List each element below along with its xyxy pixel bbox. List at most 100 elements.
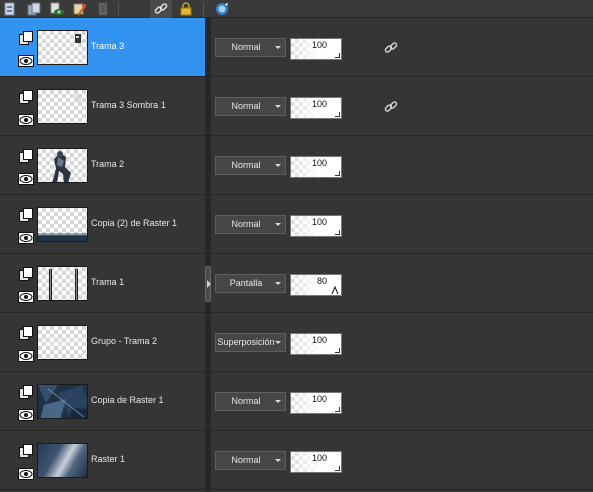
- layer-row[interactable]: Grupo - Trama 2: [0, 313, 205, 372]
- layer-props-row: Normal 100: [211, 18, 593, 77]
- layer-group-icon[interactable]: [19, 326, 33, 340]
- layer-group-icon[interactable]: [19, 31, 33, 45]
- opacity-field[interactable]: 100: [290, 97, 342, 119]
- layers-list: Trama 3 Trama 3 Sombra 1 Trama 2 Copia (…: [0, 18, 205, 492]
- opacity-value: 100: [311, 40, 327, 50]
- resize-corner-icon: [335, 230, 340, 235]
- layer-name: Trama 3: [91, 41, 125, 51]
- layer-props-row: Normal 100: [211, 431, 593, 490]
- layer-props-row: Normal 100: [211, 195, 593, 254]
- opacity-field[interactable]: 100: [290, 451, 342, 473]
- blend-mode-dropdown[interactable]: Normal: [215, 215, 286, 234]
- eye-icon[interactable]: [18, 114, 34, 126]
- refresh-icon[interactable]: [214, 1, 230, 17]
- blend-mode-value: Normal: [231, 42, 261, 52]
- eye-icon[interactable]: [18, 350, 34, 362]
- layer-group-icon[interactable]: [19, 444, 33, 458]
- opacity-field[interactable]: 100: [290, 392, 342, 414]
- layer-row[interactable]: Copia (2) de Raster 1: [0, 195, 205, 254]
- layer-props-row: Normal 100: [211, 372, 593, 431]
- layer-name: Trama 3 Sombra 1: [91, 100, 166, 110]
- layer-group-icon[interactable]: [19, 385, 33, 399]
- layer-name: Trama 2: [91, 159, 125, 169]
- layer-row[interactable]: Raster 1: [0, 431, 205, 490]
- layer-group-icon[interactable]: [19, 267, 33, 281]
- link-icon[interactable]: [153, 1, 169, 17]
- blend-mode-value: Normal: [231, 219, 261, 229]
- mask-icon[interactable]: [95, 1, 111, 17]
- layer-thumbnail: [37, 89, 88, 124]
- layer-name: Raster 1: [91, 454, 126, 464]
- blend-mode-value: Normal: [231, 396, 261, 406]
- link-icon[interactable]: [383, 100, 399, 114]
- opacity-field[interactable]: 100: [290, 333, 342, 355]
- cursor-icon: [331, 285, 339, 295]
- opacity-value: 80: [316, 276, 327, 286]
- blend-mode-dropdown[interactable]: Pantalla: [215, 274, 286, 293]
- blend-mode-value: Superposición: [217, 337, 275, 347]
- blend-mode-value: Pantalla: [229, 278, 263, 288]
- chevron-down-icon: [275, 223, 281, 226]
- layer-row[interactable]: Trama 2: [0, 136, 205, 195]
- blend-mode-dropdown[interactable]: Normal: [215, 97, 286, 116]
- resize-corner-icon: [335, 348, 340, 353]
- opacity-field[interactable]: 100: [290, 215, 342, 237]
- resize-corner-icon: [335, 466, 340, 471]
- new-layer-icon[interactable]: [2, 1, 18, 17]
- lock-icon[interactable]: [178, 1, 194, 17]
- chevron-down-icon: [275, 400, 281, 403]
- layer-name: Copia (2) de Raster 1: [91, 218, 178, 228]
- eye-icon[interactable]: [18, 232, 34, 244]
- layer-props-row: Superposición 100: [211, 313, 593, 372]
- layer-name: Copia de Raster 1: [91, 395, 164, 405]
- eye-icon[interactable]: [18, 291, 34, 303]
- layers-toolbar: [0, 0, 593, 18]
- layer-thumbnail: [37, 384, 88, 419]
- chevron-down-icon: [275, 459, 281, 462]
- opacity-field[interactable]: 80: [290, 274, 342, 296]
- visibility-toggle-icon[interactable]: [49, 1, 65, 17]
- blend-mode-value: Normal: [231, 101, 261, 111]
- blend-mode-dropdown[interactable]: Normal: [215, 451, 286, 470]
- blend-mode-dropdown[interactable]: Normal: [215, 392, 286, 411]
- opacity-field[interactable]: 100: [290, 156, 342, 178]
- blend-mode-dropdown[interactable]: Normal: [215, 38, 286, 57]
- eye-icon[interactable]: [18, 55, 34, 67]
- opacity-value: 100: [311, 335, 327, 345]
- layer-thumbnail: [37, 443, 88, 478]
- opacity-value: 100: [311, 158, 327, 168]
- eye-icon[interactable]: [18, 409, 34, 421]
- opacity-value: 100: [311, 453, 327, 463]
- layer-properties: Normal 100 Normal 100 Normal 100 Normal …: [211, 18, 593, 492]
- layer-group-icon[interactable]: [19, 208, 33, 222]
- layer-thumbnail: [37, 266, 88, 301]
- layer-row[interactable]: Trama 3: [0, 18, 205, 77]
- resize-corner-icon: [335, 53, 340, 58]
- delete-layer-icon[interactable]: [72, 1, 88, 17]
- new-group-icon[interactable]: [26, 1, 42, 17]
- layer-row[interactable]: Trama 3 Sombra 1: [0, 77, 205, 136]
- opacity-value: 100: [311, 394, 327, 404]
- eye-icon[interactable]: [18, 173, 34, 185]
- resize-corner-icon: [335, 171, 340, 176]
- layer-props-row: Normal 100: [211, 136, 593, 195]
- blend-mode-value: Normal: [231, 455, 261, 465]
- chevron-down-icon: [275, 105, 281, 108]
- blend-mode-dropdown[interactable]: Normal: [215, 156, 286, 175]
- opacity-field[interactable]: 100: [290, 38, 342, 60]
- blend-mode-dropdown[interactable]: Superposición: [215, 333, 286, 352]
- layer-thumbnail: [37, 30, 88, 65]
- layer-props-row: Pantalla 80: [211, 254, 593, 313]
- opacity-value: 100: [311, 99, 327, 109]
- chevron-down-icon: [275, 341, 281, 344]
- opacity-value: 100: [311, 217, 327, 227]
- chevron-down-icon: [275, 46, 281, 49]
- layer-row[interactable]: Copia de Raster 1: [0, 372, 205, 431]
- eye-icon[interactable]: [18, 468, 34, 480]
- blend-mode-value: Normal: [231, 160, 261, 170]
- layer-row[interactable]: Trama 1: [0, 254, 205, 313]
- link-icon[interactable]: [383, 41, 399, 55]
- layer-group-icon[interactable]: [19, 90, 33, 104]
- toolbar-separator: [118, 2, 119, 16]
- layer-group-icon[interactable]: [19, 149, 33, 163]
